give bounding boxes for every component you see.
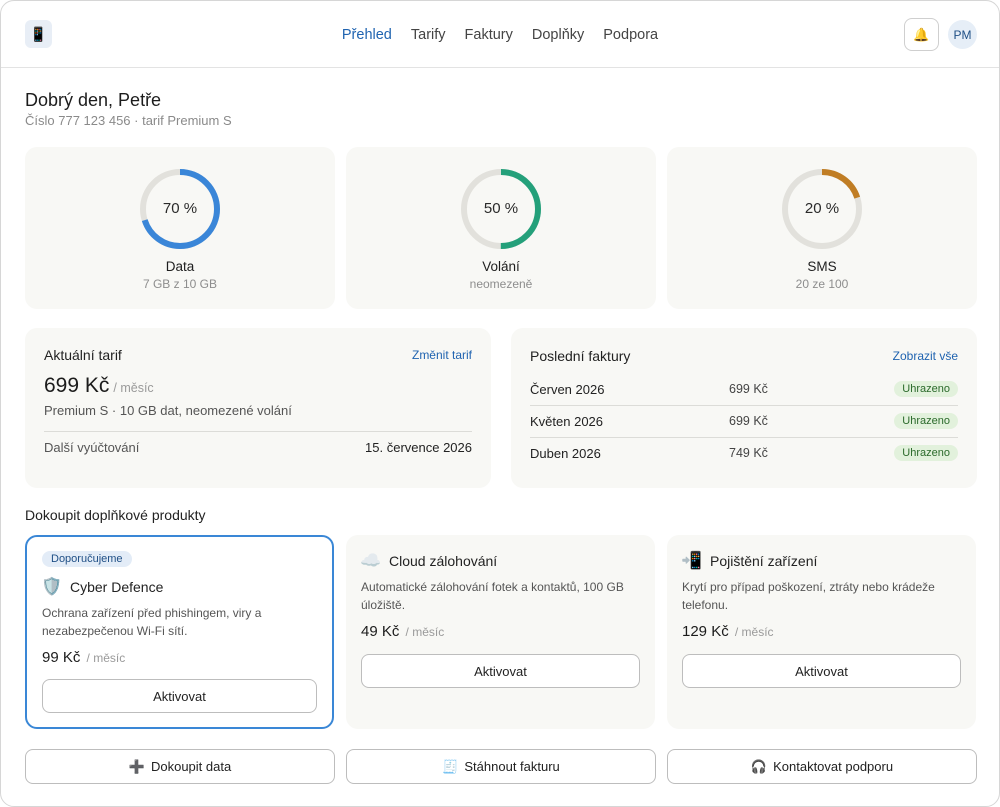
addon-description: Automatické zálohování fotek a kontaktů,…: [361, 580, 624, 612]
usage-percent: 50 %: [483, 200, 519, 217]
show-all-invoices-link[interactable]: Zobrazit vše: [893, 349, 958, 363]
invoice-month: Červen 2026: [530, 382, 605, 397]
tariff-description: Premium S · 10 GB dat, neomezené volání: [44, 403, 292, 418]
recommended-badge: Doporučujeme: [42, 551, 132, 567]
usage-detail: neomezeně: [469, 277, 533, 291]
notifications-button[interactable]: 🔔: [904, 18, 939, 51]
tariff-title: Aktuální tarif: [44, 347, 122, 363]
current-tariff-card: Aktuální tarif Změnit tarif 699 Kč / měsí…: [25, 328, 491, 488]
invoice-row[interactable]: Červen 2026 699 Kč Uhrazeno: [530, 374, 958, 406]
activate-button[interactable]: Aktivovat: [361, 654, 640, 688]
cloud-icon: ☁️: [360, 551, 382, 570]
usage-detail: 7 GB z 10 GB: [142, 277, 218, 291]
usage-detail: 20 ze 100: [795, 277, 849, 291]
addon-name: 🛡️ Cyber Defence: [41, 577, 164, 597]
addon-name-text: Cloud zálohování: [389, 553, 498, 569]
addon-name: 📲 Pojištění zařízení: [681, 551, 818, 571]
top-bar: 📱 Přehled Tarify Faktury Doplňky Podpora…: [1, 1, 999, 68]
addon-name-text: Pojištění zařízení: [710, 553, 818, 569]
usage-card-sms: 20 % SMS 20 ze 100: [667, 147, 977, 309]
addon-description: Krytí pro případ poškození, ztráty nebo …: [682, 580, 935, 612]
main-nav: Přehled Tarify Faktury Doplňky Podpora: [1, 25, 999, 45]
download-invoice-label: Stáhnout fakturu: [464, 759, 560, 774]
invoice-row[interactable]: Květen 2026 699 Kč Uhrazeno: [530, 406, 958, 438]
tariff-price-period: / měsíc: [113, 381, 154, 395]
invoice-amount: 749 Kč: [729, 446, 768, 460]
addons-section-title: Dokoupit doplňkové produkty: [25, 507, 206, 523]
account-subtitle: Číslo 777 123 456 · tarif Premium S: [25, 113, 232, 128]
plus-icon: ➕: [128, 758, 145, 774]
usage-label: SMS: [807, 259, 837, 274]
addon-price-period: / měsíc: [86, 651, 126, 665]
addon-name-text: Cyber Defence: [70, 579, 164, 595]
contact-support-label: Kontaktovat podporu: [773, 759, 894, 774]
contact-support-button[interactable]: 🎧 Kontaktovat podporu: [667, 749, 977, 784]
addon-card-device-insurance: 📲 Pojištění zařízení Krytí pro případ po…: [667, 535, 976, 729]
usage-percent: 70 %: [162, 200, 198, 217]
headphones-icon: 🎧: [750, 758, 768, 774]
tariff-price: 699 Kč / měsíc: [44, 374, 154, 398]
nav-prehled[interactable]: Přehled: [342, 25, 392, 45]
activate-button[interactable]: Aktivovat: [42, 679, 317, 713]
status-badge: Uhrazeno: [894, 381, 958, 397]
nav-tarify[interactable]: Tarify: [411, 25, 446, 45]
avatar[interactable]: PM: [948, 20, 977, 49]
addon-price: 49 Kč / měsíc: [361, 623, 444, 640]
invoice-amount: 699 Kč: [729, 382, 768, 396]
usage-card-data: 70 % Data 7 GB z 10 GB: [25, 147, 335, 309]
addon-card-cyber-defence: Doporučujeme 🛡️ Cyber Defence Ochrana za…: [25, 535, 334, 729]
nav-faktury[interactable]: Faktury: [465, 25, 513, 45]
nav-podpora[interactable]: Podpora: [603, 25, 658, 45]
page-title: Dobrý den, Petře: [25, 90, 162, 110]
addon-price: 129 Kč / měsíc: [682, 623, 774, 640]
tariff-price-value: 699 Kč: [44, 374, 110, 397]
buy-data-label: Dokoupit data: [150, 759, 232, 774]
status-badge: Uhrazeno: [894, 413, 958, 429]
addon-price: 99 Kč / měsíc: [42, 649, 125, 666]
addon-price-value: 49 Kč: [361, 623, 400, 640]
usage-card-calls: 50 % Volání neomezeně: [346, 147, 656, 309]
bell-icon: 🔔: [913, 26, 930, 42]
addon-price-value: 99 Kč: [42, 649, 81, 666]
invoices-title: Poslední faktury: [530, 348, 631, 364]
status-badge: Uhrazeno: [894, 445, 958, 461]
change-tariff-link[interactable]: Změnit tarif: [412, 348, 472, 362]
addon-card-cloud-backup: ☁️ Cloud zálohování Automatické zálohová…: [346, 535, 655, 729]
invoice-row[interactable]: Duben 2026 749 Kč Uhrazeno: [530, 438, 958, 470]
download-invoice-button[interactable]: 🧾 Stáhnout fakturu: [346, 749, 656, 784]
next-billing-label: Další vyúčtování: [44, 440, 140, 455]
addon-price-period: / měsíc: [405, 625, 445, 639]
invoice-month: Duben 2026: [530, 446, 601, 461]
next-billing-date: 15. července 2026: [365, 440, 472, 455]
addon-description: Ochrana zařízení před phishingem, viry a…: [42, 606, 262, 638]
recent-invoices-card: Poslední faktury Zobrazit vše Červen 202…: [511, 328, 977, 488]
divider: [44, 431, 472, 432]
usage-percent: 20 %: [804, 200, 840, 217]
invoice-month: Květen 2026: [530, 414, 604, 429]
usage-label: Volání: [482, 259, 520, 274]
activate-button[interactable]: Aktivovat: [682, 654, 961, 688]
buy-data-button[interactable]: ➕ Dokoupit data: [25, 749, 335, 784]
nav-doplnky[interactable]: Doplňky: [532, 25, 584, 45]
app-window: 📱 Přehled Tarify Faktury Doplňky Podpora…: [0, 0, 1000, 807]
addon-price-period: / měsíc: [734, 625, 774, 639]
receipt-icon: 🧾: [442, 758, 459, 774]
invoice-amount: 699 Kč: [729, 414, 768, 428]
shield-icon: 🛡️: [41, 577, 63, 596]
usage-label: Data: [165, 259, 195, 274]
addon-name: ☁️ Cloud zálohování: [360, 551, 498, 571]
phone-arrow-icon: 📲: [681, 551, 703, 570]
addon-price-value: 129 Kč: [682, 623, 729, 640]
